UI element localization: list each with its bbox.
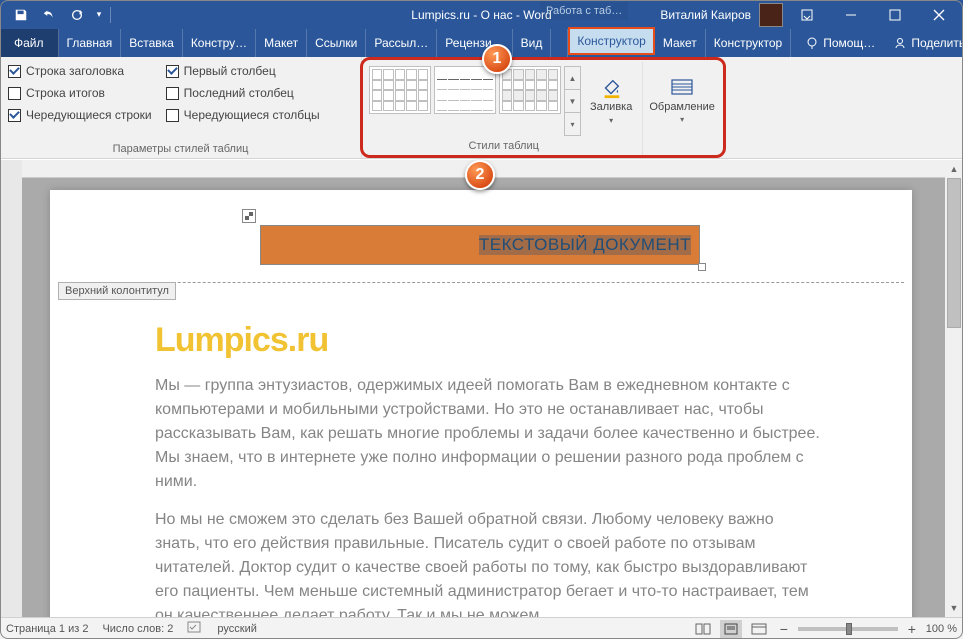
scroll-down-icon[interactable]: ▼	[945, 599, 963, 617]
chk-banded-cols[interactable]: Чередующиеся столбцы	[166, 106, 320, 124]
tab-table-design[interactable]: Конструктор	[568, 27, 654, 55]
styles-scroll-up-icon[interactable]: ▲	[565, 67, 580, 90]
lightbulb-icon	[805, 36, 819, 50]
callout-1: 1	[482, 44, 512, 74]
chevron-down-icon: ▾	[609, 116, 613, 125]
header-divider	[58, 282, 904, 283]
table-resize-handle[interactable]	[698, 263, 706, 271]
document-page[interactable]: ТЕКСТОВЫЙ ДОКУМЕНТ Верхний колонтитул Lu…	[50, 190, 912, 617]
tab-home[interactable]: Главная	[59, 29, 122, 57]
header-cell[interactable]: ТЕКСТОВЫЙ ДОКУМЕНТ	[260, 225, 700, 265]
tab-header-design[interactable]: Конструктор	[706, 29, 791, 57]
maximize-icon[interactable]	[875, 0, 915, 29]
brand-title: Lumpics.ru	[155, 315, 822, 366]
view-web-icon[interactable]	[748, 620, 770, 638]
callout-2: 2	[465, 160, 495, 190]
view-print-icon[interactable]	[720, 620, 742, 638]
window-title: Lumpics.ru - О нас - Word	[411, 0, 551, 29]
tab-mailings[interactable]: Рассыл…	[366, 29, 437, 57]
zoom-out-icon[interactable]: −	[776, 621, 792, 637]
user-name: Виталий Каиров	[660, 8, 751, 22]
tell-me[interactable]: Помощ…	[797, 29, 883, 57]
vertical-ruler[interactable]	[0, 160, 22, 617]
redo-icon[interactable]	[64, 3, 90, 27]
borders-button[interactable]: Обрамление ▾	[643, 62, 721, 139]
tab-design[interactable]: Констру…	[183, 29, 256, 57]
avatar[interactable]	[759, 3, 783, 27]
status-words[interactable]: Число слов: 2	[102, 623, 173, 635]
table-style-2[interactable]	[434, 66, 496, 114]
chk-banded-rows[interactable]: Чередующиеся строки	[8, 106, 152, 124]
scroll-thumb[interactable]	[947, 178, 961, 328]
paragraph-1: Мы — группа энтузиастов, одержимых идеей…	[155, 374, 822, 494]
tab-table-layout[interactable]: Макет	[655, 29, 706, 57]
tab-view[interactable]: Вид	[513, 29, 552, 57]
chk-first-col[interactable]: Первый столбец	[166, 62, 320, 80]
document-body: Lumpics.ru Мы — группа энтузиастов, одер…	[155, 315, 822, 617]
status-language[interactable]: русский	[217, 623, 256, 635]
styles-gallery-more[interactable]: ▲ ▼ ▾	[564, 66, 581, 136]
status-page[interactable]: Страница 1 из 2	[6, 623, 88, 635]
chk-total-row[interactable]: Строка итогов	[8, 84, 152, 102]
zoom-in-icon[interactable]: +	[904, 621, 920, 637]
table-tools-label: Работа с таб…	[540, 2, 628, 20]
share-label: Поделиться	[911, 36, 963, 50]
tab-references[interactable]: Ссылки	[307, 29, 366, 57]
tab-insert[interactable]: Вставка	[121, 29, 183, 57]
minimize-icon[interactable]	[831, 0, 871, 29]
status-proof-icon[interactable]	[187, 620, 203, 637]
qat-dropdown-icon[interactable]: ▾	[92, 3, 106, 27]
borders-icon	[668, 77, 696, 99]
chk-header-row[interactable]: Строка заголовка	[8, 62, 152, 80]
scroll-up-icon[interactable]: ▲	[945, 160, 963, 178]
zoom-slider[interactable]	[798, 627, 898, 631]
tab-layout[interactable]: Макет	[256, 29, 307, 57]
shading-button[interactable]: Заливка ▾	[584, 66, 638, 136]
header-table[interactable]: ТЕКСТОВЫЙ ДОКУМЕНТ	[260, 225, 700, 265]
share-button[interactable]: Поделиться	[883, 29, 963, 57]
zoom-level[interactable]: 100 %	[926, 623, 957, 635]
styles-expand-icon[interactable]: ▾	[565, 113, 580, 135]
table-style-3[interactable]	[499, 66, 561, 114]
table-style-1[interactable]	[369, 66, 431, 114]
tab-hidden[interactable]	[551, 29, 568, 57]
chevron-down-icon: ▾	[680, 115, 684, 124]
view-read-icon[interactable]	[692, 620, 714, 638]
share-icon	[893, 36, 907, 50]
tell-me-label: Помощ…	[823, 36, 875, 50]
header-tag: Верхний колонтитул	[58, 282, 176, 300]
tab-file[interactable]: Файл	[0, 29, 59, 57]
chk-last-col[interactable]: Последний столбец	[166, 84, 320, 102]
zoom-thumb[interactable]	[846, 623, 852, 635]
bucket-icon	[600, 77, 622, 99]
styles-scroll-down-icon[interactable]: ▼	[565, 90, 580, 113]
undo-icon[interactable]	[36, 3, 62, 27]
group-styles: Стили таблиц	[365, 140, 642, 155]
ribbon-options-icon[interactable]	[787, 0, 827, 29]
close-icon[interactable]	[919, 0, 959, 29]
save-icon[interactable]	[8, 3, 34, 27]
paragraph-2: Но мы не сможем это сделать без Вашей об…	[155, 508, 822, 617]
table-move-handle[interactable]	[242, 209, 256, 223]
group-style-options: Параметры стилей таблиц	[0, 143, 361, 158]
vertical-scrollbar[interactable]: ▲ ▼	[945, 160, 963, 617]
